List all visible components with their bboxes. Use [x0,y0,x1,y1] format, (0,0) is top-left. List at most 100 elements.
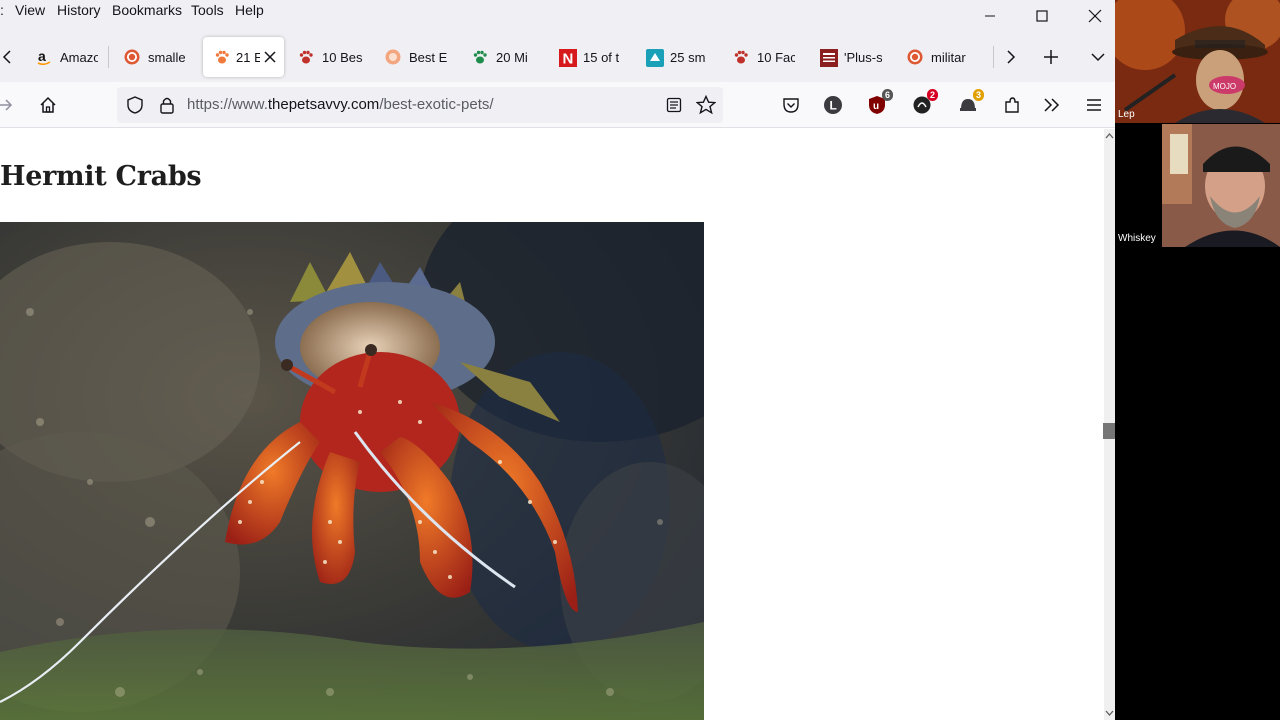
page-content: Hermit Crabs [0,129,1104,720]
letter-l-icon: L [824,96,842,114]
chevron-right-icon [1007,50,1016,64]
paw-icon [298,49,314,65]
video-call-panel: MOJO Lep Whiskey [1115,0,1280,720]
home-icon [40,96,56,113]
list-all-tabs-button[interactable] [1086,45,1110,69]
tab-title: militar [931,49,966,65]
tab-10-facts[interactable]: 10 Fac [733,37,799,77]
maximize-icon [1036,10,1048,22]
url-path: /best-exotic-pets/ [379,96,494,113]
close-tab-icon[interactable] [264,51,276,63]
tab-title: 10 Bes [322,49,362,65]
newspaper-icon [820,49,838,67]
paw-icon [733,49,749,65]
tab-scroll-left-button[interactable] [0,45,20,69]
chevron-down-icon [1091,53,1105,62]
participant-tile-lep[interactable]: MOJO Lep [1115,0,1280,123]
amazon-icon: a [36,48,52,66]
hermit-crab-photo [0,222,704,720]
participant-video-lep: MOJO [1115,0,1280,123]
extension-3-button[interactable]: 3 [956,89,984,117]
url-prefix: https://www. [187,96,268,113]
close-icon [1088,9,1102,23]
ublock-extension-button[interactable]: u 6 [865,89,893,117]
menu-edge: : [0,2,4,18]
home-button[interactable] [36,93,60,117]
tab-duckduckgo-1[interactable]: smalle [124,37,190,77]
menu-history[interactable]: History [57,2,101,18]
menu-bar: : View History Bookmarks Tools Help [0,0,1115,24]
tab-title: 20 Mi [496,49,528,65]
arrow-right-icon [0,99,13,111]
orange-circle-icon [385,49,401,65]
extension-3-badge: 3 [972,89,984,101]
navigation-bar: https://www.thepetsavvy.com/best-exotic-… [0,82,1115,128]
hamburger-icon [1087,99,1101,111]
tab-title: 15 of t [583,49,620,65]
menu-tools[interactable]: Tools [191,2,224,18]
lock-icon[interactable] [155,93,179,117]
pocket-icon [783,98,799,113]
double-chevron-right-icon [1044,98,1060,112]
ublock-badge: 6 [881,89,893,101]
tab-best-exotic[interactable]: Best E [385,37,451,77]
n-logo-icon: N [559,49,577,68]
participant-tile-whiskey[interactable]: Whiskey [1115,124,1280,247]
tab-25-small[interactable]: 25 sm [646,37,712,77]
participant-name: Whiskey [1118,233,1156,244]
new-tab-button[interactable] [1039,45,1063,69]
tab-active-exotic-pets[interactable]: 21 E [203,37,284,77]
section-heading: Hermit Crabs [0,161,202,192]
green-paw-icon [472,49,488,65]
extension-2-badge: 2 [926,89,938,101]
tab-plus-size[interactable]: 'Plus-s [820,37,886,77]
tab-title: 25 sm [670,49,706,65]
page-scrollbar[interactable] [1103,129,1115,720]
tab-title: Best E [409,49,448,65]
url-bar[interactable]: https://www.thepetsavvy.com/best-exotic-… [117,87,723,123]
menu-help[interactable]: Help [235,2,264,18]
tab-title: 10 Fac [757,49,795,65]
tab-strip: a Amazo smalle 21 E 10 Bes Best E 20 Mi … [0,32,1115,82]
url-text[interactable]: https://www.thepetsavvy.com/best-exotic-… [187,96,494,113]
tab-duckduckgo-2[interactable]: militar [907,37,973,77]
extension-2-button[interactable]: 2 [910,89,938,117]
svg-text:L: L [830,99,837,113]
duckduckgo-icon [124,49,140,65]
overflow-menu-button[interactable] [1040,93,1064,117]
puzzle-icon [1005,97,1019,113]
shield-icon[interactable] [123,93,147,117]
svg-text:a: a [38,49,46,64]
forward-button[interactable] [0,93,18,117]
svg-text:MOJO: MOJO [1213,82,1236,91]
bookmark-star-icon[interactable] [694,93,718,117]
teal-square-icon [646,49,664,67]
duckduckgo-icon [907,49,923,65]
menu-view[interactable]: View [15,2,45,18]
tab-best-pets-1[interactable]: 10 Bes [298,37,364,77]
reader-view-icon[interactable] [662,93,686,117]
browser-window: : View History Bookmarks Tools Help a Am… [0,0,1115,720]
chevron-left-icon [2,50,11,64]
extensions-button[interactable] [1000,93,1024,117]
paw-icon [214,49,230,65]
tab-20-mini[interactable]: 20 Mi [472,37,538,77]
svg-text:N: N [563,51,574,68]
participant-video-whiskey [1115,124,1280,247]
pocket-button[interactable] [779,93,803,117]
scrollbar-thumb[interactable] [1103,423,1115,439]
menu-bookmarks[interactable]: Bookmarks [112,2,182,18]
scroll-down-arrow-icon [1105,710,1114,716]
extension-l-button[interactable]: L [821,93,845,117]
minimize-icon [985,15,995,17]
tab-amazon[interactable]: a Amazo [36,37,102,77]
tab-title: 'Plus-s [844,49,882,65]
tab-15-of[interactable]: N 15 of t [559,37,625,77]
app-menu-button[interactable] [1082,93,1106,117]
plus-icon [1044,50,1058,64]
scroll-up-arrow-icon [1105,133,1114,139]
svg-text:u: u [873,101,879,112]
participant-name: Lep [1118,109,1135,120]
tab-scroll-right-button[interactable] [999,45,1023,69]
url-domain: thepetsavvy.com [267,96,380,113]
